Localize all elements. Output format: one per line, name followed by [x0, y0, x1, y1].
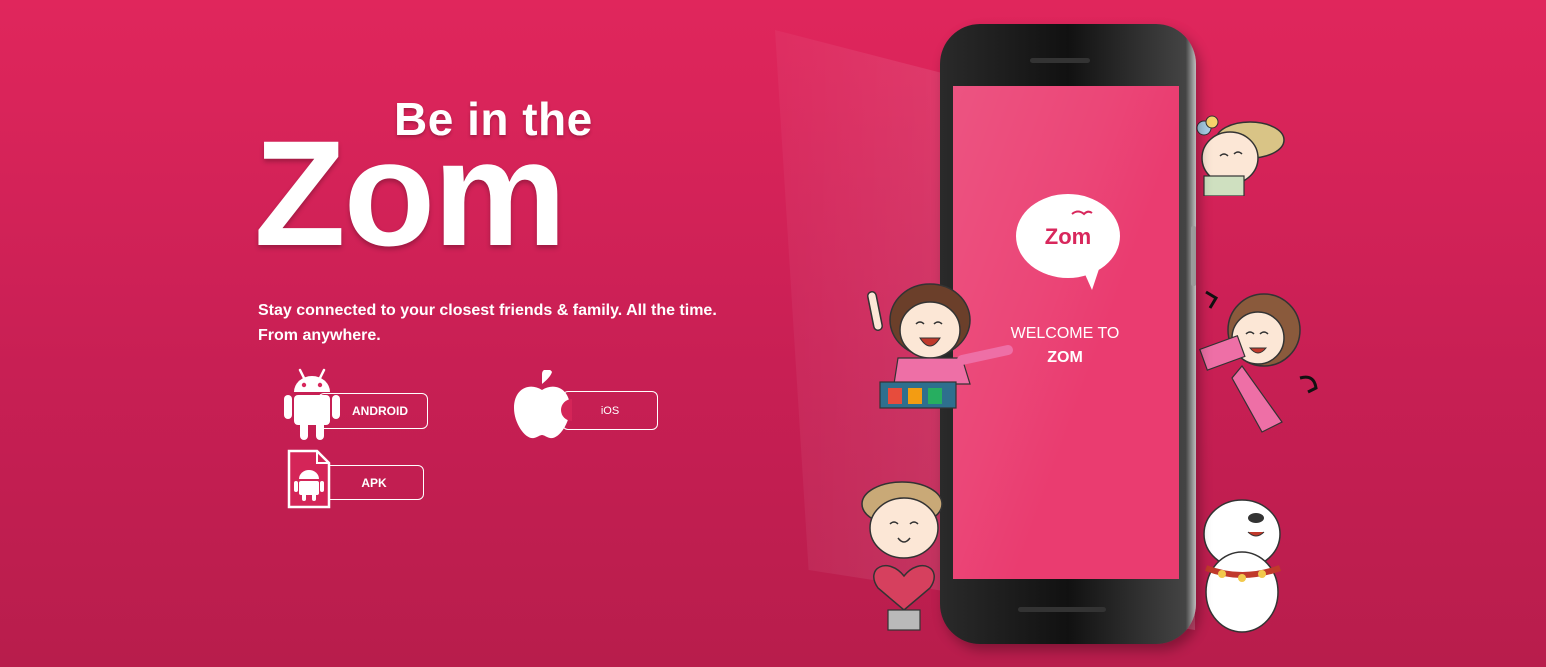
character-waving-girl-illustration: [867, 283, 1013, 409]
phone-side-button: [1191, 226, 1196, 286]
apk-button-label: APK: [361, 475, 387, 490]
character-heart-boy-illustration: [861, 481, 943, 631]
zom-speech-bubble-logo: Zom: [1016, 194, 1120, 290]
character-dog-illustration: [1203, 499, 1282, 633]
hero-section: Be in the Zom Stay connected to your clo…: [0, 0, 760, 667]
phone-speaker: [1030, 58, 1090, 63]
headline-brand: Zom: [254, 109, 567, 277]
ios-button-label: iOS: [600, 404, 620, 417]
apk-download-button[interactable]: APK: [322, 465, 424, 500]
logo-text: Zom: [1045, 224, 1091, 249]
android-button-label: ANDROID: [352, 404, 408, 418]
subtitle-line-1: Stay connected to your closest friends &…: [258, 302, 717, 319]
hero-subtitle: Stay connected to your closest friends &…: [258, 298, 738, 348]
apple-logo-icon[interactable]: [512, 370, 572, 440]
ios-download-button[interactable]: iOS: [562, 391, 658, 430]
character-dancing-girl-illustration: [1199, 290, 1318, 433]
phone-bottom-bar: [1018, 607, 1106, 612]
android-robot-icon[interactable]: [283, 368, 341, 440]
subtitle-line-2: From anywhere.: [258, 327, 381, 344]
character-flower-boy-illustration: [1196, 115, 1285, 196]
apk-file-icon[interactable]: [287, 449, 331, 509]
